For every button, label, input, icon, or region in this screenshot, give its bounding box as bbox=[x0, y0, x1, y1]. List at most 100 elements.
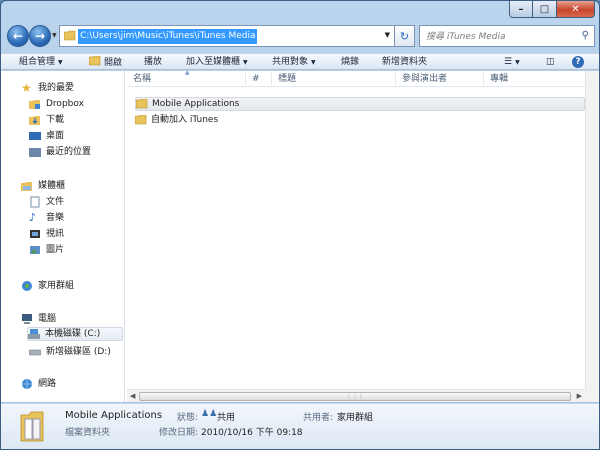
details-date-value: 2010/10/16 下午 09:18 bbox=[201, 428, 303, 438]
nav-documents[interactable]: 文件 bbox=[29, 195, 64, 209]
folder-icon bbox=[135, 115, 147, 125]
search-icon[interactable]: ⚲ bbox=[582, 30, 589, 41]
view-list-icon: ☰ bbox=[504, 57, 513, 67]
preview-pane-button[interactable]: ◫ bbox=[546, 56, 555, 69]
file-list: ▲ 名稱 # 標題 參與演出者 專輯 Mobile Applications 自… bbox=[127, 69, 585, 389]
new-folder-label: 新增資料夾 bbox=[382, 57, 428, 67]
close-button[interactable]: ✕ bbox=[557, 1, 595, 18]
details-state-value: 共用 bbox=[217, 413, 236, 423]
nav-favorites[interactable]: ★ 我的最愛 bbox=[21, 81, 74, 95]
chevron-down-icon: ▼ bbox=[58, 59, 63, 66]
add-to-library-label: 加入至媒體櫃 bbox=[186, 57, 241, 67]
nav-desktop-label: 桌面 bbox=[46, 131, 65, 141]
nav-homegroup[interactable]: 家用群組 bbox=[21, 279, 74, 293]
minimize-button[interactable]: – bbox=[509, 1, 533, 18]
details-shared-label: 共用者: bbox=[303, 413, 334, 423]
nav-documents-label: 文件 bbox=[46, 197, 65, 207]
scroll-right-icon[interactable]: ▶ bbox=[577, 392, 582, 400]
share-with-label: 共用對象 bbox=[272, 57, 309, 67]
column-name[interactable]: 名稱 bbox=[127, 73, 245, 85]
nav-dropbox[interactable]: Dropbox bbox=[29, 97, 84, 111]
back-button[interactable]: ← bbox=[7, 25, 29, 47]
details-name: Mobile Applications bbox=[65, 410, 163, 421]
nav-downloads-label: 下載 bbox=[46, 115, 65, 125]
shared-users-icon: ♟♟ bbox=[201, 409, 218, 419]
homegroup-icon bbox=[22, 281, 32, 291]
details-date-label: 修改日期: bbox=[159, 428, 199, 438]
scrollbar-thumb[interactable]: ⋮⋮⋮ bbox=[139, 392, 571, 401]
details-pane: Mobile Applications 檔案資料夾 狀態: ♟♟ 共用 修改日期… bbox=[1, 403, 599, 449]
nav-libraries[interactable]: 媒體櫃 bbox=[21, 179, 65, 193]
nav-libraries-label: 媒體櫃 bbox=[38, 181, 66, 191]
maximize-button[interactable]: □ bbox=[533, 1, 557, 18]
chevron-down-icon: ▼ bbox=[243, 59, 248, 66]
explorer-window: – □ ✕ ← → ▼ C:\Users\jim\Music\iTunes\iT… bbox=[0, 0, 600, 450]
nav-dropbox-label: Dropbox bbox=[46, 99, 84, 109]
address-bar[interactable]: C:\Users\jim\Music\iTunes\iTunes Media ▼ bbox=[59, 25, 395, 47]
nav-music[interactable]: ♪ 音樂 bbox=[29, 211, 64, 225]
search-box[interactable]: ⚲ bbox=[419, 25, 595, 47]
nav-drive-d-label: 新增磁碟區 (D:) bbox=[46, 347, 111, 357]
drive-d-icon bbox=[29, 349, 41, 356]
file-row[interactable]: Mobile Applications bbox=[135, 97, 585, 111]
folder-icon bbox=[64, 30, 76, 41]
star-icon: ★ bbox=[21, 81, 32, 95]
vertical-scrollbar[interactable] bbox=[585, 71, 599, 389]
nav-videos[interactable]: 視訊 bbox=[29, 227, 64, 241]
dropbox-folder-icon bbox=[29, 100, 40, 109]
column-header: ▲ 名稱 # 標題 參與演出者 專輯 bbox=[127, 69, 585, 87]
play-button[interactable]: 播放 bbox=[144, 56, 162, 69]
horizontal-scrollbar[interactable]: ◀ ⋮⋮⋮ ▶ bbox=[127, 389, 585, 402]
recent-places-icon bbox=[29, 148, 41, 157]
nav-drive-c[interactable]: 本機磁碟 (C:) bbox=[27, 327, 123, 341]
file-name: Mobile Applications bbox=[152, 99, 240, 109]
column-number[interactable]: # bbox=[245, 73, 271, 85]
open-folder-icon bbox=[89, 56, 101, 66]
organize-menu[interactable]: 組合管理 ▼ bbox=[19, 56, 63, 69]
computer-icon bbox=[22, 314, 32, 324]
new-folder-button[interactable]: 新增資料夾 bbox=[382, 56, 427, 69]
grip-icon: ⋮⋮⋮ bbox=[346, 393, 364, 400]
nav-recent[interactable]: 最近的位置 bbox=[29, 145, 91, 159]
burn-label: 燒錄 bbox=[341, 57, 360, 67]
help-button[interactable]: ? bbox=[572, 56, 584, 68]
column-title[interactable]: 標題 bbox=[271, 73, 395, 85]
burn-button[interactable]: 燒錄 bbox=[341, 56, 359, 69]
change-view-button[interactable]: ☰ ▼ bbox=[504, 56, 520, 69]
desktop-icon bbox=[29, 132, 41, 140]
nav-network-label: 網路 bbox=[38, 379, 57, 389]
libraries-icon bbox=[21, 182, 32, 191]
nav-recent-label: 最近的位置 bbox=[46, 147, 92, 157]
videos-icon bbox=[30, 230, 40, 238]
recent-pages-dropdown-icon[interactable]: ▼ bbox=[52, 32, 57, 39]
scroll-left-icon[interactable]: ◀ bbox=[130, 392, 135, 400]
navigation-bar: ← → ▼ C:\Users\jim\Music\iTunes\iTunes M… bbox=[7, 23, 595, 49]
nav-music-label: 音樂 bbox=[46, 213, 65, 223]
nav-computer[interactable]: 電腦 bbox=[21, 312, 56, 326]
details-state-label: 狀態: bbox=[177, 413, 199, 423]
nav-drive-d[interactable]: 新增磁碟區 (D:) bbox=[29, 345, 111, 359]
column-artists[interactable]: 參與演出者 bbox=[395, 73, 483, 85]
column-album[interactable]: 專輯 bbox=[483, 73, 577, 85]
refresh-button[interactable]: ↻ bbox=[395, 25, 415, 47]
search-input[interactable] bbox=[426, 29, 574, 44]
folder-thumbnail-icon bbox=[20, 411, 44, 442]
organize-label: 組合管理 bbox=[19, 57, 56, 67]
file-row[interactable]: 自動加入 iTunes bbox=[135, 113, 335, 127]
music-icon: ♪ bbox=[29, 211, 37, 224]
nav-pictures[interactable]: 圖片 bbox=[29, 243, 64, 257]
main-area: ★ 我的最愛 Dropbox 下載 桌面 最近的位置 媒體櫃 文件 ♪ 音樂 視… bbox=[1, 69, 599, 402]
details-type: 檔案資料夾 bbox=[65, 428, 111, 438]
address-dropdown-icon[interactable]: ▼ bbox=[385, 31, 390, 39]
share-with-menu[interactable]: 共用對象 ▼ bbox=[272, 56, 316, 69]
add-to-library-menu[interactable]: 加入至媒體櫃 ▼ bbox=[186, 56, 248, 69]
open-button[interactable]: 開啟 bbox=[89, 56, 122, 69]
address-path[interactable]: C:\Users\jim\Music\iTunes\iTunes Media bbox=[78, 29, 258, 44]
nav-network[interactable]: 網路 bbox=[21, 377, 56, 391]
nav-downloads[interactable]: 下載 bbox=[29, 113, 64, 127]
command-bar: 組合管理 ▼ 開啟 播放 加入至媒體櫃 ▼ 共用對象 ▼ 燒錄 新增資料夾 ☰ ▼ ◫ … bbox=[1, 53, 599, 70]
forward-button[interactable]: → bbox=[29, 25, 51, 47]
pictures-icon bbox=[30, 246, 40, 254]
chevron-down-icon: ▼ bbox=[515, 59, 520, 66]
nav-desktop[interactable]: 桌面 bbox=[29, 129, 64, 143]
